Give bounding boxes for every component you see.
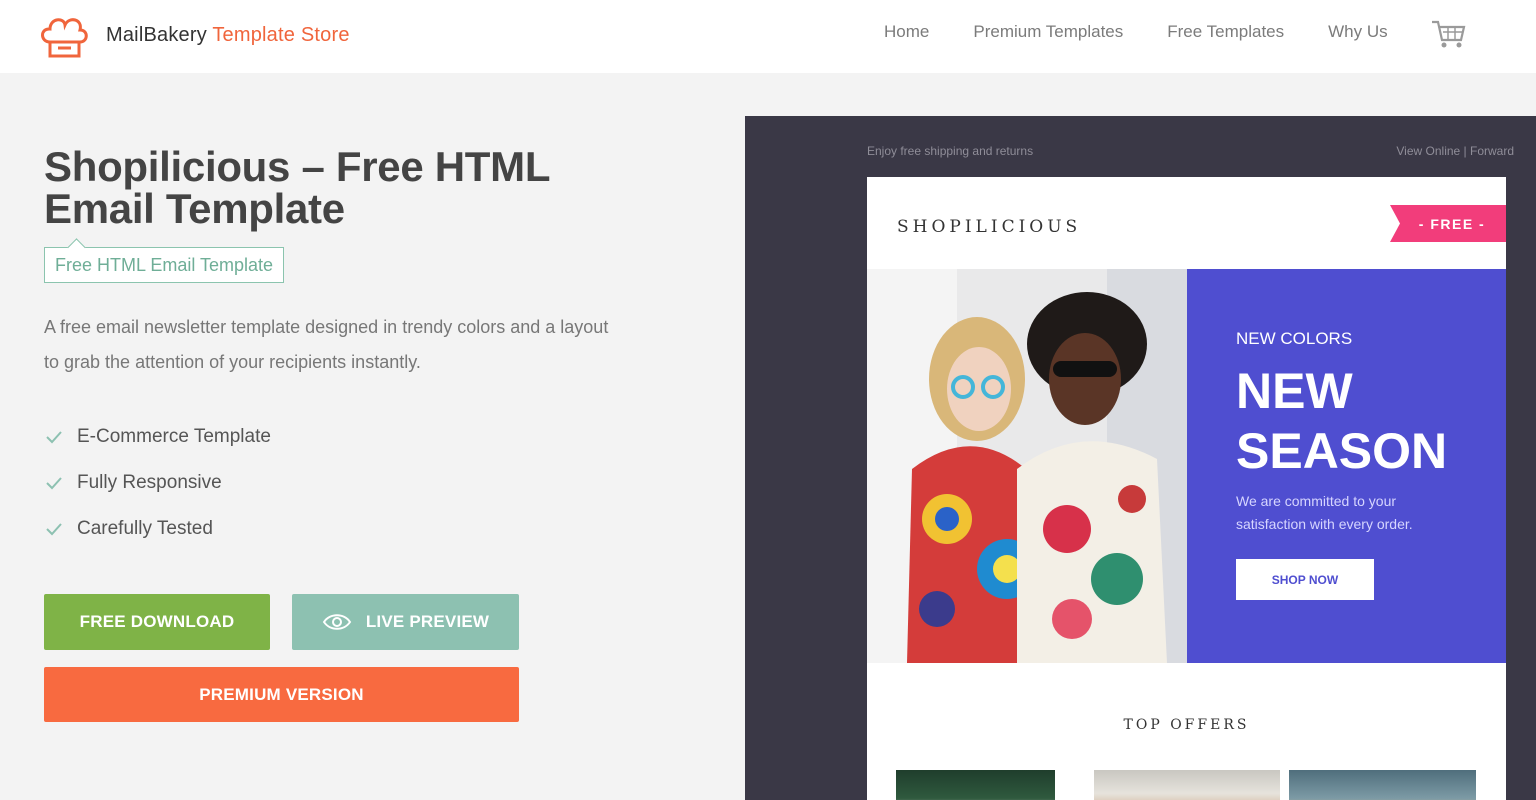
hero-headline-line2: SEASON: [1236, 423, 1448, 479]
hero-kicker: NEW COLORS: [1236, 329, 1353, 348]
check-icon: [46, 477, 62, 490]
live-preview-label: LIVE PREVIEW: [365, 612, 490, 631]
shop-now-button[interactable]: SHOP NOW: [1236, 559, 1374, 600]
hero-headline: NEW SEASON: [1236, 361, 1447, 481]
eye-icon: [322, 614, 352, 630]
feature-item: Fully Responsive: [44, 460, 271, 506]
feature-label: Fully Responsive: [77, 472, 222, 493]
template-preview: Enjoy free shipping and returns View Onl…: [745, 116, 1536, 800]
free-ribbon: - FREE -: [1390, 205, 1506, 242]
nav-free-templates[interactable]: Free Templates: [1167, 22, 1284, 42]
cart-icon[interactable]: [1430, 18, 1466, 50]
store-text: Template Store: [212, 23, 350, 46]
feature-label: Carefully Tested: [77, 518, 213, 539]
site-header: MailBakery Template Store Home Premium T…: [0, 0, 1536, 73]
brand-name: MailBakery Template Store: [106, 24, 350, 47]
nav-premium-templates[interactable]: Premium Templates: [973, 22, 1123, 42]
page-title: Shopilicious – Free HTML Email Template: [44, 143, 550, 232]
hero-headline-line1: NEW: [1236, 363, 1353, 419]
top-offers-heading: TOP OFFERS: [1123, 717, 1250, 733]
email-brand: SHOPILICIOUS: [897, 217, 1082, 237]
preheader-text: Enjoy free shipping and returns: [867, 144, 1034, 158]
feature-label: E-Commerce Template: [77, 426, 271, 447]
live-preview-button[interactable]: LIVE PREVIEW: [292, 594, 519, 650]
view-online-links[interactable]: View Online | Forward: [1396, 144, 1514, 158]
premium-version-button[interactable]: PREMIUM VERSION: [44, 667, 519, 722]
offer-thumbnail: [1094, 770, 1280, 800]
email-preview: SHOPILICIOUS - FREE - NEW COLORS NEW SEA…: [867, 177, 1506, 800]
offer-thumbnail: [1289, 770, 1476, 800]
chef-hat-logo-icon: [41, 18, 88, 58]
main-nav: Home Premium Templates Free Templates Wh…: [884, 22, 1432, 42]
product-description: A free email newsletter template designe…: [44, 317, 609, 372]
feature-list: E-Commerce Template Fully Responsive Car…: [44, 414, 271, 552]
hero-image: [867, 269, 1187, 663]
check-icon: [46, 523, 62, 536]
logo[interactable]: MailBakery Template Store: [38, 12, 350, 58]
nav-home[interactable]: Home: [884, 22, 929, 42]
free-download-button[interactable]: FREE DOWNLOAD: [44, 594, 270, 650]
template-tag: Free HTML Email Template: [44, 247, 285, 283]
offer-thumbnail: [896, 770, 1055, 800]
nav-why-us[interactable]: Why Us: [1328, 22, 1388, 42]
brand-text: MailBakery: [106, 23, 207, 46]
feature-item: E-Commerce Template: [44, 414, 271, 460]
hero-text: We are committed to your satisfaction wi…: [1236, 493, 1413, 532]
hero-panel: NEW COLORS NEW SEASON We are committed t…: [1187, 269, 1506, 663]
check-icon: [46, 431, 62, 444]
feature-item: Carefully Tested: [44, 506, 271, 552]
